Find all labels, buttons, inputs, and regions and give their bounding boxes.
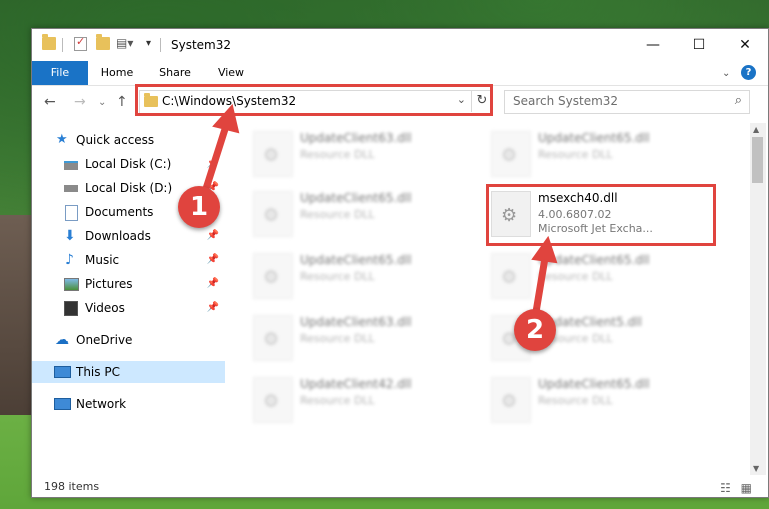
- annotation-arrows: [200, 103, 558, 316]
- arrow-step-1: [200, 103, 240, 199]
- step-2-callout: 2: [514, 309, 556, 351]
- arrow-step-2: [531, 235, 558, 316]
- step-1-callout: 1: [178, 186, 220, 228]
